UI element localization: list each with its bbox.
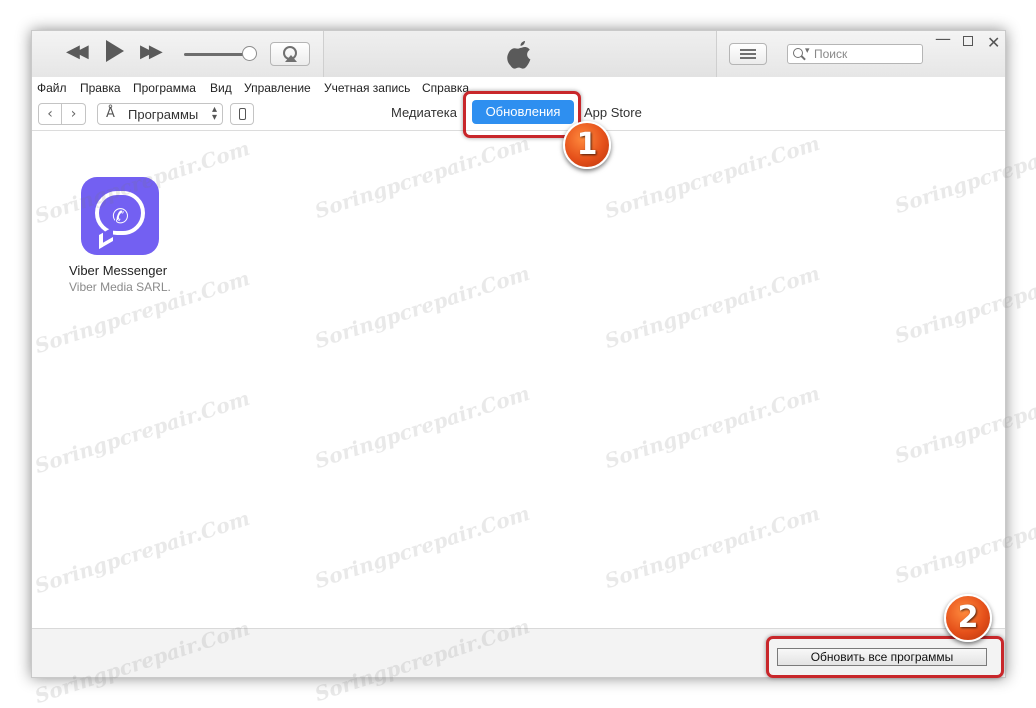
media-type-select[interactable]: Å Программы ▴ ▾ bbox=[97, 103, 223, 125]
search-icon bbox=[793, 48, 803, 58]
search-placeholder: Поиск bbox=[814, 47, 848, 61]
step-badge-1: 1 bbox=[563, 121, 611, 169]
next-track-icon[interactable]: ▶▶ bbox=[140, 43, 163, 61]
close-icon[interactable]: ✕ bbox=[987, 35, 1000, 51]
updates-content: ✆ Viber Messenger Viber Media SARL. bbox=[32, 131, 1005, 628]
menu-help[interactable]: Справка bbox=[422, 81, 469, 95]
tab-library[interactable]: Медиатека bbox=[391, 105, 457, 120]
back-button[interactable]: ‹ bbox=[38, 103, 62, 125]
list-view-button[interactable] bbox=[729, 43, 767, 65]
volume-knob[interactable] bbox=[242, 46, 257, 61]
app-name[interactable]: Viber Messenger bbox=[69, 263, 167, 278]
tab-app-store[interactable]: App Store bbox=[584, 105, 642, 120]
menu-file[interactable]: Файл bbox=[37, 81, 67, 95]
maximize-button[interactable] bbox=[963, 36, 973, 46]
highlight-update-all bbox=[766, 636, 1004, 678]
previous-track-icon[interactable]: ◀◀ bbox=[66, 43, 89, 61]
step-badge-2: 2 bbox=[944, 594, 992, 642]
iphone-icon bbox=[239, 108, 246, 120]
chevron-down-icon: ▾ bbox=[805, 46, 810, 56]
minimize-button[interactable]: — bbox=[935, 31, 951, 47]
menu-edit[interactable]: Правка bbox=[80, 81, 121, 95]
media-type-label: Программы bbox=[128, 107, 199, 122]
device-button[interactable] bbox=[230, 103, 254, 125]
menu-view[interactable]: Вид bbox=[210, 81, 232, 95]
menu-program[interactable]: Программа bbox=[133, 81, 196, 95]
apps-icon: Å bbox=[106, 106, 115, 121]
forward-button[interactable]: › bbox=[62, 103, 86, 125]
apple-logo-icon bbox=[507, 41, 531, 69]
airplay-button[interactable] bbox=[270, 42, 310, 66]
status-display bbox=[323, 31, 717, 77]
search-input[interactable]: ▾ Поиск bbox=[787, 44, 923, 64]
phone-icon: ✆ bbox=[112, 204, 129, 228]
app-vendor: Viber Media SARL. bbox=[69, 280, 171, 294]
updown-icon: ▴ ▾ bbox=[211, 104, 217, 123]
menu-controls[interactable]: Управление bbox=[244, 81, 311, 95]
player-toolbar: ◀◀ ▶▶ ▾ Поиск — ✕ bbox=[32, 31, 1005, 77]
menu-account[interactable]: Учетная запись bbox=[324, 81, 410, 95]
play-icon[interactable] bbox=[106, 40, 124, 62]
